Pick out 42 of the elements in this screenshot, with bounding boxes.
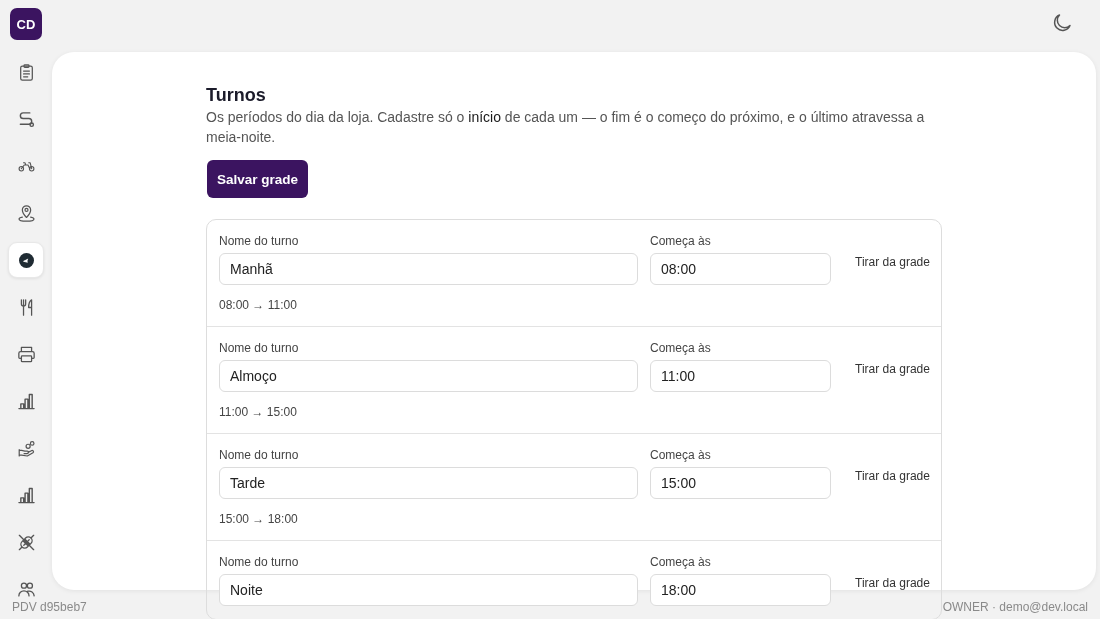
- time-range: 15:00 → 18:00: [219, 511, 298, 527]
- clock-icon: [18, 252, 34, 268]
- field-label: Começa às: [650, 233, 712, 249]
- field-label: Nome do turno: [219, 554, 300, 570]
- page-title: Turnos: [206, 84, 267, 107]
- bar-chart-icon: [17, 392, 35, 410]
- remove-button[interactable]: Tirar da grade: [843, 253, 930, 271]
- hand-coins-icon: [17, 439, 35, 457]
- remove-button[interactable]: Tirar da grade: [843, 574, 930, 592]
- remove-button[interactable]: Tirar da grade: [843, 467, 930, 485]
- shift-name-field[interactable]: Almoço: [219, 360, 638, 392]
- page-description: Os períodos do dia da loja. Cadastre só o início de cada um — o fim é o começo do próximo, e o último atravessa a meia-noite.: [206, 108, 926, 147]
- field-label: Nome do turno: [219, 340, 300, 356]
- field-label: Nome do turno: [219, 447, 300, 463]
- time-range: 11:00 → 15:00: [219, 404, 297, 420]
- map-pin-icon: [17, 204, 35, 222]
- field-label: Começa às: [650, 340, 712, 356]
- field-label: Começa às: [650, 447, 712, 463]
- clipboard-icon: [17, 63, 35, 81]
- route-icon: [17, 110, 35, 128]
- sidebar-item[interactable]: [8, 242, 44, 278]
- save-button[interactable]: Salvar grade: [207, 160, 309, 198]
- build-version: PDV d95beb7: [12, 600, 87, 614]
- field-label: Nome do turno: [219, 233, 300, 249]
- bar-chart-icon: [17, 486, 35, 504]
- remove-button[interactable]: Tirar da grade: [843, 360, 930, 378]
- crossed-plug-icon: [17, 533, 35, 551]
- shift-name-field[interactable]: Manhã: [219, 253, 638, 285]
- start-time-field[interactable]: 18:00: [650, 574, 831, 606]
- theme-toggle-button[interactable]: [1052, 13, 1072, 33]
- users-icon: [17, 580, 35, 598]
- start-time-field[interactable]: 15:00: [650, 467, 831, 499]
- start-time-field[interactable]: 08:00: [650, 253, 831, 285]
- brand-logo[interactable]: CD: [10, 8, 42, 40]
- printer-icon: [17, 345, 35, 363]
- shift-name-field[interactable]: Noite: [219, 574, 638, 606]
- start-time-field[interactable]: 11:00: [650, 360, 831, 392]
- field-label: Começa às: [650, 554, 712, 570]
- time-range: 08:00 → 11:00: [219, 297, 297, 313]
- moon-icon: [1053, 14, 1071, 32]
- user-info: OWNER · demo@dev.local: [942, 600, 1088, 614]
- shift-name-field[interactable]: Tarde: [219, 467, 638, 499]
